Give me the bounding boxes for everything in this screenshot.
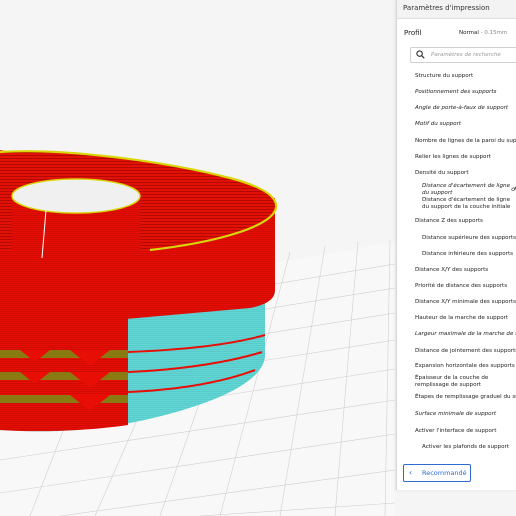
- setting-row[interactable]: Priorité de distance des supports: [415, 283, 507, 290]
- link-icon[interactable]: [511, 185, 516, 192]
- setting-row[interactable]: Densité du support: [415, 170, 469, 177]
- setting-row[interactable]: Activer les plafonds de support: [422, 444, 509, 451]
- profile-selector[interactable]: Normal - 0.15mm: [459, 27, 516, 39]
- setting-row[interactable]: Positionnement des supports: [415, 89, 496, 96]
- setting-row[interactable]: Angle de porte-à-faux de support: [415, 105, 508, 112]
- setting-row[interactable]: Distance X/Y des supports: [415, 267, 488, 274]
- chevron-left-icon: ‹: [409, 468, 413, 477]
- setting-row[interactable]: Expansion horizontale des supports: [415, 363, 515, 370]
- search-placeholder: Paramètres de recherche: [431, 52, 501, 58]
- print-settings-panel: Paramètres d'impression Profil Normal - …: [396, 0, 516, 490]
- setting-row[interactable]: Distance de jointement des supports: [415, 348, 516, 355]
- setting-row[interactable]: Structure du support: [415, 73, 473, 80]
- panel-title: Paramètres d'impression: [403, 4, 490, 12]
- setting-row[interactable]: Distance d'écartement de ligne du suppor…: [422, 197, 514, 211]
- setting-row[interactable]: Activer l'interface de support: [415, 428, 496, 435]
- setting-row[interactable]: Surface minimale de support: [415, 411, 496, 418]
- profile-value: Normal: [459, 30, 479, 36]
- setting-row[interactable]: Épaisseur de la couche de remplissage de…: [415, 375, 507, 389]
- setting-row[interactable]: Distance d'écartement de ligne du suppor…: [422, 183, 514, 197]
- setting-row[interactable]: Largeur maximale de la marche de support: [415, 331, 516, 338]
- panel-header: Paramètres d'impression: [397, 0, 516, 19]
- setting-row[interactable]: Nombre de lignes de la paroi du support: [415, 138, 516, 145]
- recommended-button[interactable]: ‹ Recommandé: [403, 464, 471, 482]
- setting-row[interactable]: Hauteur de la marche de support: [415, 315, 508, 322]
- settings-search[interactable]: Paramètres de recherche: [410, 47, 516, 63]
- setting-row[interactable]: Distance supérieure des supports: [422, 235, 516, 242]
- setting-row[interactable]: Distance X/Y minimale des supports: [415, 299, 516, 306]
- setting-row[interactable]: Distance Z des supports: [415, 218, 483, 225]
- setting-row[interactable]: Relier les lignes de support: [415, 154, 491, 161]
- profile-value-detail: - 0.15mm: [480, 30, 508, 36]
- recommended-label: Recommandé: [422, 469, 467, 477]
- magnifier-icon: [416, 50, 425, 59]
- setting-row[interactable]: Étapes de remplissage graduel du support: [415, 394, 516, 401]
- setting-row[interactable]: Distance inférieure des supports: [422, 251, 513, 258]
- setting-row[interactable]: Motif du support: [415, 121, 461, 128]
- profile-label: Profil: [404, 29, 422, 37]
